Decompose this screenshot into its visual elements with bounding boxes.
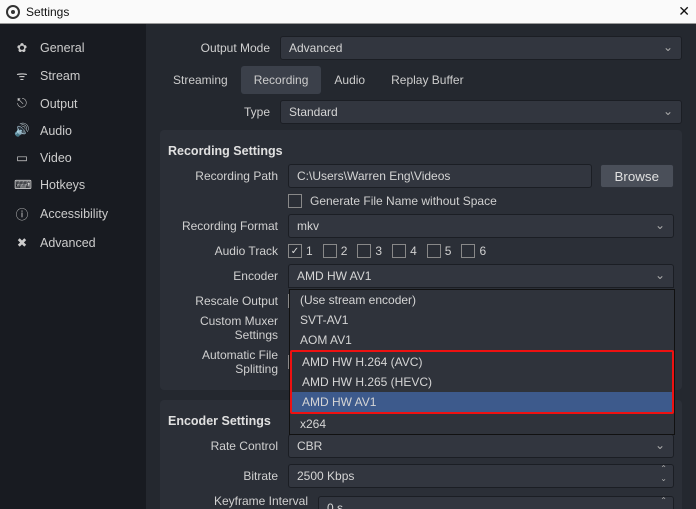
sidebar-item-accessibility[interactable]: ⓘ Accessibility — [0, 198, 146, 229]
sidebar-item-label: General — [40, 41, 84, 55]
recording-format-label: Recording Format — [168, 219, 288, 233]
tab-audio[interactable]: Audio — [321, 66, 378, 94]
audio-track-3-checkbox[interactable] — [357, 244, 371, 258]
tab-replay-buffer[interactable]: Replay Buffer — [378, 66, 477, 94]
rescale-output-label: Rescale Output — [168, 294, 288, 308]
sidebar-item-audio[interactable]: 🔊 Audio — [0, 117, 146, 144]
speaker-icon: 🔊 — [14, 123, 30, 138]
encoder-option[interactable]: AMD HW H.265 (HEVC) — [292, 372, 672, 392]
keyframe-interval-label: Keyframe Interval (0=auto) — [168, 494, 318, 509]
window-title: Settings — [26, 5, 69, 19]
recording-format-select[interactable]: mkv — [288, 214, 674, 238]
encoder-option[interactable]: AMD HW AV1 — [292, 392, 672, 412]
encoder-dropdown: (Use stream encoder) SVT-AV1 AOM AV1 AMD… — [289, 289, 675, 435]
audio-track-2-checkbox[interactable] — [323, 244, 337, 258]
recording-settings-section: Recording Settings Recording Path C:\Use… — [160, 130, 682, 390]
monitor-icon: ▭ — [14, 150, 30, 165]
generate-filename-no-space-checkbox[interactable] — [288, 194, 302, 208]
encoder-option[interactable]: SVT-AV1 — [290, 310, 674, 330]
sidebar-item-label: Advanced — [40, 236, 96, 250]
encoder-amd-highlight: AMD HW H.264 (AVC) AMD HW H.265 (HEVC) A… — [290, 350, 674, 414]
sidebar-item-stream[interactable]: ᯤ Stream — [0, 61, 146, 90]
recording-path-label: Recording Path — [168, 169, 288, 183]
app-logo-icon — [6, 5, 20, 19]
tab-streaming[interactable]: Streaming — [160, 66, 241, 94]
audio-track-5-checkbox[interactable] — [427, 244, 441, 258]
browse-button[interactable]: Browse — [600, 164, 674, 188]
settings-sidebar: ✿ General ᯤ Stream ⎋ Output 🔊 Audio ▭ Vi… — [0, 24, 146, 509]
auto-file-splitting-label: Automatic File Splitting — [168, 348, 288, 376]
encoder-label: Encoder — [168, 269, 288, 283]
bitrate-input[interactable]: 2500 Kbps — [288, 464, 674, 488]
output-tabs: Streaming Recording Audio Replay Buffer — [160, 66, 682, 94]
gear-icon: ✿ — [14, 40, 30, 55]
rate-control-label: Rate Control — [168, 439, 288, 453]
sidebar-item-advanced[interactable]: ✖ Advanced — [0, 229, 146, 256]
window-close-button[interactable]: ✕ — [678, 3, 690, 20]
sidebar-item-label: Hotkeys — [40, 178, 85, 192]
bitrate-label: Bitrate — [168, 469, 288, 483]
recording-settings-title: Recording Settings — [168, 144, 674, 158]
output-icon: ⎋ — [14, 96, 30, 111]
settings-content: Output Mode Advanced Streaming Recording… — [146, 24, 696, 509]
audio-track-label: Audio Track — [168, 244, 288, 258]
audio-track-6-checkbox[interactable] — [461, 244, 475, 258]
output-mode-select[interactable]: Advanced — [280, 36, 682, 60]
sidebar-item-output[interactable]: ⎋ Output — [0, 90, 146, 117]
rate-control-select[interactable]: CBR — [288, 434, 674, 458]
audio-track-1-checkbox[interactable] — [288, 244, 302, 258]
sidebar-item-video[interactable]: ▭ Video — [0, 144, 146, 171]
audio-track-4-checkbox[interactable] — [392, 244, 406, 258]
encoder-option[interactable]: AMD HW H.264 (AVC) — [292, 352, 672, 372]
sidebar-item-label: Accessibility — [40, 207, 108, 221]
keyframe-interval-input[interactable]: 0 s — [318, 496, 674, 509]
title-bar: Settings ✕ — [0, 0, 696, 24]
tab-recording[interactable]: Recording — [241, 66, 322, 94]
sidebar-item-hotkeys[interactable]: ⌨ Hotkeys — [0, 171, 146, 198]
encoder-option[interactable]: (Use stream encoder) — [290, 290, 674, 310]
encoder-option[interactable]: AOM AV1 — [290, 330, 674, 350]
sidebar-item-label: Stream — [40, 69, 80, 83]
antenna-icon: ᯤ — [14, 67, 30, 84]
output-mode-label: Output Mode — [160, 41, 280, 55]
custom-muxer-label: Custom Muxer Settings — [168, 314, 288, 342]
recording-path-input[interactable]: C:\Users\Warren Eng\Videos — [288, 164, 592, 188]
sidebar-item-label: Video — [40, 151, 72, 165]
encoder-option[interactable]: x264 — [290, 414, 674, 434]
sidebar-item-general[interactable]: ✿ General — [0, 34, 146, 61]
generate-filename-no-space-label: Generate File Name without Space — [310, 194, 497, 208]
accessibility-icon: ⓘ — [14, 204, 30, 223]
sidebar-item-label: Audio — [40, 124, 72, 138]
type-select[interactable]: Standard — [280, 100, 682, 124]
type-label: Type — [160, 105, 280, 119]
keyboard-icon: ⌨ — [14, 177, 30, 192]
sidebar-item-label: Output — [40, 97, 78, 111]
encoder-select[interactable]: AMD HW AV1 (Use stream encoder) SVT-AV1 … — [288, 264, 674, 288]
tools-icon: ✖ — [14, 235, 30, 250]
